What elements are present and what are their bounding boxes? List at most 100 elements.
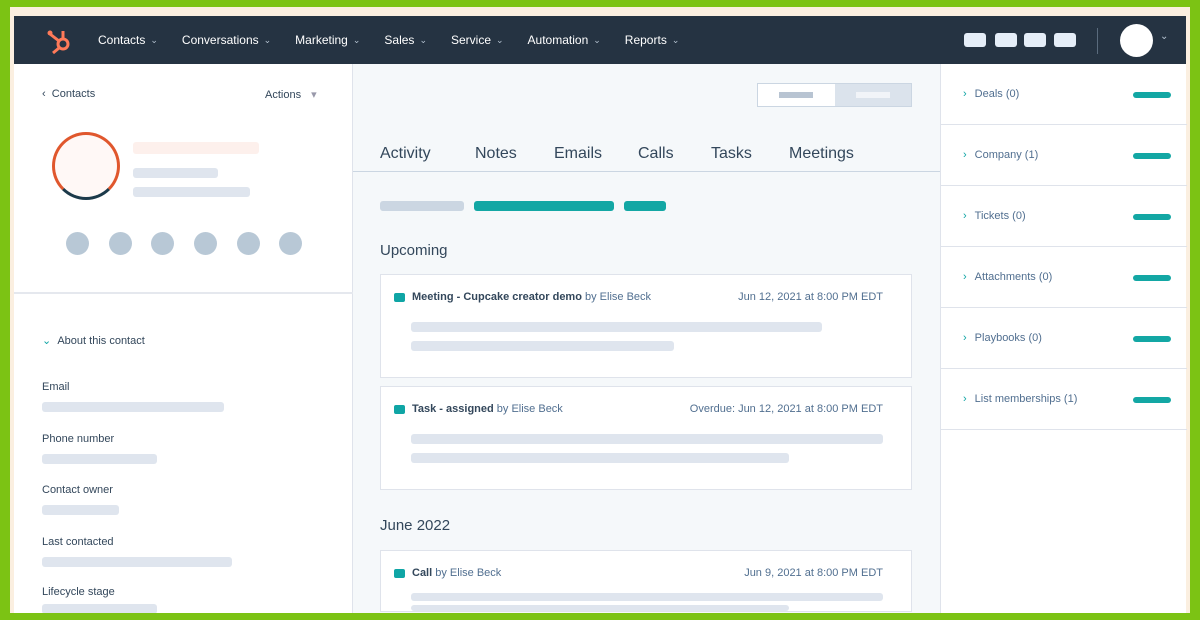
user-avatar[interactable] (1120, 24, 1153, 57)
action-circle-button[interactable] (66, 232, 89, 255)
call-icon (394, 568, 405, 578)
placeholder-name (133, 142, 259, 154)
add-button[interactable] (1133, 153, 1171, 159)
add-button[interactable] (1133, 275, 1171, 281)
activity-card-task[interactable]: Task - assigned by Elise Beck Overdue: J… (380, 386, 912, 490)
section-heading-month: June 2022 (380, 517, 451, 534)
action-circle-button[interactable] (109, 232, 132, 255)
nav-conversations[interactable]: Conversations ⌄ (182, 33, 271, 47)
nav-icon-button[interactable] (995, 33, 1017, 47)
activity-date: Jun 12, 2021 at 8:00 PM EDT (738, 291, 883, 303)
chevron-down-icon: ⌄ (42, 335, 58, 347)
view-toggle[interactable] (757, 83, 912, 107)
activity-date: Jun 9, 2021 at 8:00 PM EDT (744, 567, 883, 579)
back-to-contacts-link[interactable]: ‹ Contacts (42, 88, 95, 100)
section-playbooks[interactable]: › Playbooks (0) (941, 308, 1187, 369)
meeting-icon (394, 292, 405, 302)
activity-owner: by Elise Beck (585, 291, 652, 303)
field-label-email: Email (42, 381, 70, 393)
chevron-right-icon: › (963, 332, 967, 344)
section-heading-upcoming: Upcoming (380, 242, 448, 259)
section-deals[interactable]: › Deals (0) (941, 64, 1187, 125)
actions-label: Actions (265, 89, 302, 101)
placeholder-line (411, 605, 789, 611)
activity-title: Task - assigned by Elise Beck (394, 403, 563, 415)
nav-divider (1097, 28, 1098, 54)
nav-automation[interactable]: Automation ⌄ (528, 33, 601, 47)
nav-label: Marketing (295, 33, 348, 47)
nav-icon-button[interactable] (1054, 33, 1076, 47)
tab-calls[interactable]: Calls (638, 145, 674, 163)
hubspot-logo-icon[interactable] (44, 24, 76, 56)
section-title: Tickets (0) (974, 210, 1026, 222)
chevron-down-icon: ⌄ (419, 34, 427, 45)
action-circle-button[interactable] (237, 232, 260, 255)
nav-service[interactable]: Service ⌄ (451, 33, 504, 47)
nav-reports[interactable]: Reports ⌄ (625, 33, 680, 47)
section-title: Deals (0) (974, 88, 1020, 100)
last-contacted-field[interactable] (42, 557, 232, 567)
task-icon (394, 404, 405, 414)
placeholder-line (411, 434, 883, 444)
activity-card-meeting[interactable]: Meeting - Cupcake creator demo by Elise … (380, 274, 912, 378)
actions-dropdown[interactable]: Actions ▾ (265, 88, 317, 101)
filter-chip[interactable] (380, 201, 464, 211)
chevron-down-icon: ⌄ (496, 34, 504, 45)
phone-field[interactable] (42, 454, 157, 464)
add-button[interactable] (1133, 92, 1171, 98)
section-attachments[interactable]: › Attachments (0) (941, 247, 1187, 308)
section-title: Playbooks (0) (974, 332, 1042, 344)
nav-icon-button[interactable] (964, 33, 986, 47)
divider (14, 292, 353, 294)
chevron-right-icon: › (963, 271, 967, 283)
toggle-option[interactable] (758, 84, 835, 106)
action-circle-button[interactable] (194, 232, 217, 255)
filter-chip[interactable] (624, 201, 666, 211)
nav-label: Service (450, 33, 491, 47)
add-button[interactable] (1133, 336, 1171, 342)
email-field[interactable] (42, 402, 224, 412)
overdue-date: Overdue: Jun 12, 2021 at 8:00 PM EDT (689, 403, 883, 415)
nav-icon-button[interactable] (1024, 33, 1046, 47)
section-label: › Company (1) (963, 149, 1046, 161)
field-label-last-contacted: Last contacted (42, 536, 114, 548)
chevron-down-icon: ⌄ (352, 34, 361, 45)
nav-marketing[interactable]: Marketing ⌄ (295, 33, 360, 47)
placeholder-line (133, 168, 218, 178)
chevron-left-icon: ‹ (42, 88, 52, 100)
add-button[interactable] (1133, 397, 1171, 403)
tab-emails[interactable]: Emails (554, 145, 602, 163)
nav-contacts[interactable]: Contacts ⌄ (98, 33, 158, 47)
nav-sales[interactable]: Sales ⌄ (384, 33, 427, 47)
section-label: › Tickets (0) (963, 210, 1034, 222)
toggle-option-active[interactable] (834, 84, 911, 106)
tab-notes[interactable]: Notes (475, 145, 517, 163)
tab-tasks[interactable]: Tasks (711, 145, 752, 163)
associations-sidebar: › Deals (0) › Company (1) › Tickets (0) › At… (940, 64, 1187, 613)
placeholder-line (411, 341, 674, 351)
tabs-divider (353, 171, 940, 172)
activity-card-call[interactable]: Call by Elise Beck Jun 9, 2021 at 8:00 P… (380, 550, 912, 612)
field-label-owner: Contact owner (42, 484, 113, 496)
nav-label: Contacts (98, 33, 146, 47)
section-list-memberships[interactable]: › List memberships (1) (941, 369, 1187, 430)
about-section-toggle[interactable]: ⌄ About this contact (42, 334, 145, 347)
filter-chip[interactable] (474, 201, 614, 211)
field-label-phone: Phone number (42, 433, 115, 445)
chevron-down-icon[interactable]: ⌄ (1160, 31, 1168, 42)
action-circle-button[interactable] (279, 232, 302, 255)
activity-panel: Activity Notes Emails Calls Tasks Meetin… (353, 64, 940, 613)
tab-meetings[interactable]: Meetings (789, 145, 854, 163)
activity-type: Call (412, 567, 433, 579)
lifecycle-field[interactable] (42, 604, 157, 613)
section-tickets[interactable]: › Tickets (0) (941, 186, 1187, 247)
activity-owner: by Elise Beck (435, 567, 502, 579)
tab-activity[interactable]: Activity (380, 145, 431, 163)
section-company[interactable]: › Company (1) (941, 125, 1187, 186)
chevron-right-icon: › (963, 393, 967, 405)
action-circle-button[interactable] (151, 232, 174, 255)
field-label-lifecycle: Lifecycle stage (42, 586, 115, 598)
owner-field[interactable] (42, 505, 119, 515)
activity-owner: by Elise Beck (496, 403, 563, 415)
add-button[interactable] (1133, 214, 1171, 220)
